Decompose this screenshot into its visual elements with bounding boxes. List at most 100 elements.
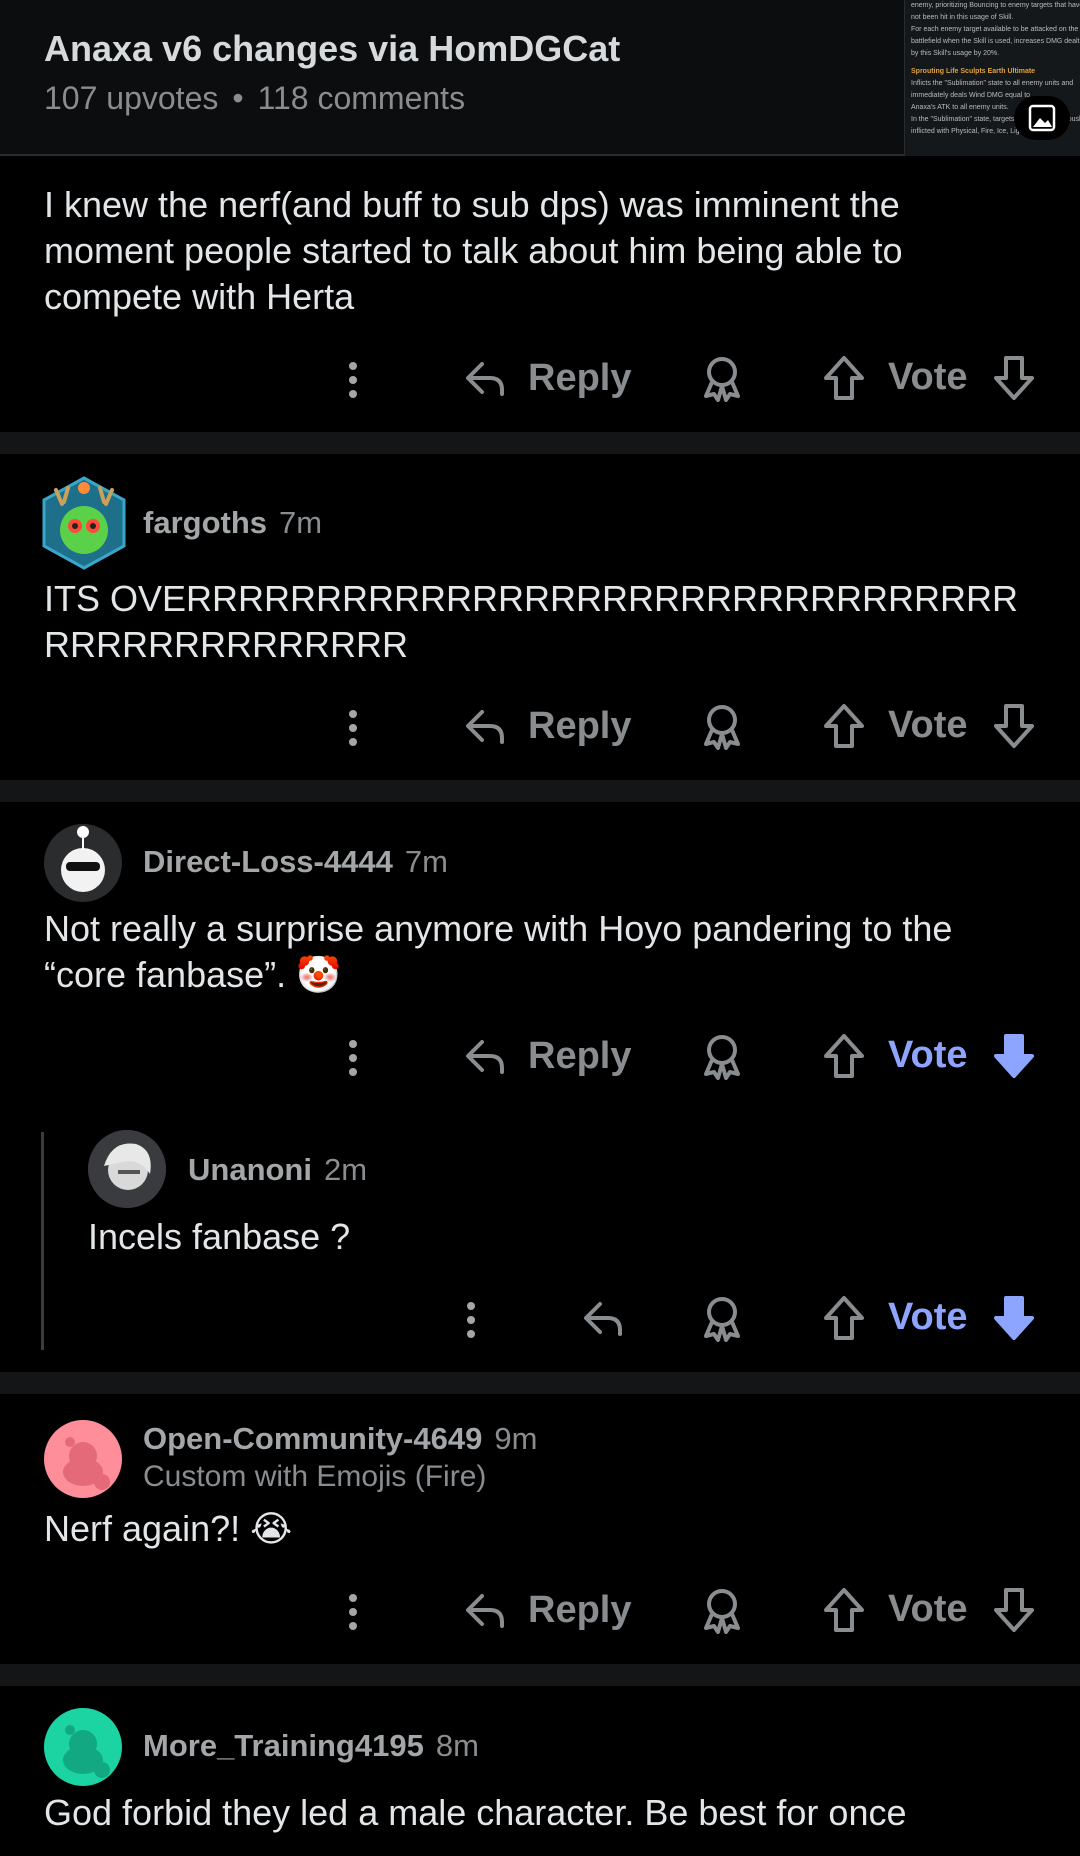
comment-author[interactable]: fargoths	[143, 505, 267, 541]
thumbnail-text: enemy, prioritizing Bouncing to enemy ta…	[911, 2, 1080, 9]
upvote-icon	[824, 1588, 864, 1632]
comment-time: 8m	[435, 1728, 479, 1763]
downvote-icon	[994, 1296, 1034, 1340]
comment-time: 7m	[279, 505, 323, 540]
comment-separator	[0, 1664, 1080, 1686]
vote-label: Vote	[888, 704, 968, 746]
more-options-button[interactable]	[338, 1592, 368, 1632]
reply-label: Reply	[528, 1588, 632, 1631]
post-thumbnail[interactable]: enemy, prioritizing Bouncing to enemy ta…	[904, 0, 1080, 156]
award-button[interactable]	[700, 1032, 744, 1080]
award-icon	[704, 357, 740, 402]
avatar[interactable]	[42, 476, 126, 570]
comment-author[interactable]: Unanoni	[188, 1152, 312, 1188]
avatar[interactable]	[44, 824, 122, 902]
reply-button[interactable]: Reply	[462, 704, 631, 748]
upvote-button[interactable]	[822, 1294, 866, 1342]
downvote-button[interactable]	[992, 1032, 1036, 1080]
more-options-button[interactable]	[338, 1038, 368, 1078]
downvote-icon	[994, 356, 1034, 400]
upvote-icon	[824, 1034, 864, 1078]
comment-author[interactable]: Direct-Loss-4444	[143, 844, 393, 880]
comment-time: 7m	[404, 844, 448, 879]
avatar[interactable]	[44, 1420, 122, 1498]
award-button[interactable]	[700, 1586, 744, 1634]
comment-author-row: More_Training4195 8m	[143, 1726, 479, 1766]
vote-label: Vote	[888, 356, 968, 398]
upvote-button[interactable]	[822, 1586, 866, 1634]
gallery-icon	[1014, 96, 1070, 140]
comment-body: Not really a surprise anymore with Hoyo …	[44, 908, 953, 995]
meta-separator: •	[232, 80, 244, 116]
snoo-icon	[63, 1437, 110, 1490]
downvote-button[interactable]	[992, 354, 1036, 402]
upvote-icon	[824, 1296, 864, 1340]
reply-label: Reply	[528, 356, 632, 399]
downvote-icon	[994, 1034, 1034, 1078]
post-header[interactable]: Anaxa v6 changes via HomDGCat 107 upvote…	[0, 0, 1080, 156]
upvote-icon	[824, 356, 864, 400]
comment-body: God forbid they led a male character. Be…	[44, 1792, 907, 1833]
award-button[interactable]	[700, 354, 744, 402]
downvote-button[interactable]	[992, 1586, 1036, 1634]
award-icon	[704, 1035, 740, 1080]
thumbnail-text: For each enemy target available to be at…	[911, 26, 1079, 33]
thumbnail-text: battlefield when the Skill is used, incr…	[911, 38, 1080, 45]
more-options-button[interactable]	[338, 360, 368, 400]
comment-separator	[0, 780, 1080, 802]
comment-actions: Reply Vote	[0, 1026, 1080, 1086]
avatar[interactable]	[44, 1708, 122, 1786]
upvote-button[interactable]	[822, 702, 866, 750]
comment-body: ITS OVERRRRRRRRRRRRRRRRRRRRRRRRRRRRRRRRR…	[44, 578, 1018, 665]
award-button[interactable]	[700, 1294, 744, 1342]
post-meta: 107 upvotes • 118 comments	[44, 80, 465, 117]
reply-icon	[466, 710, 504, 744]
reply-button[interactable]	[580, 1296, 626, 1340]
more-options-button[interactable]	[456, 1300, 486, 1340]
comment-actions: Reply Vote	[0, 696, 1080, 756]
award-icon	[704, 1297, 740, 1342]
comment-author-row: Direct-Loss-4444 7m	[143, 842, 448, 882]
upvote-button[interactable]	[822, 354, 866, 402]
reply-label: Reply	[528, 704, 632, 747]
reply-icon	[584, 1302, 622, 1336]
award-icon	[704, 705, 740, 750]
more-options-button[interactable]	[338, 708, 368, 748]
avatar[interactable]	[88, 1130, 166, 1208]
upvote-icon	[824, 704, 864, 748]
comment-separator	[0, 1372, 1080, 1394]
comment-actions: Reply Vote	[0, 348, 1080, 408]
comment-time: 2m	[324, 1152, 368, 1187]
upvote-button[interactable]	[822, 1032, 866, 1080]
comment-author-row: fargoths 7m	[143, 503, 322, 543]
reply-button[interactable]: Reply	[462, 1588, 631, 1632]
comment-count: 118 comments	[257, 80, 466, 116]
downvote-icon	[994, 1588, 1034, 1632]
thumbnail-text: Inflicts the "Sublimation" state to all …	[911, 80, 1074, 87]
comment-separator	[0, 432, 1080, 454]
comment-actions: Reply Vote	[0, 1580, 1080, 1640]
post-title: Anaxa v6 changes via HomDGCat	[44, 28, 621, 69]
comment-body: Nerf again?! 😭	[44, 1508, 293, 1549]
thumbnail-text: by this Skill's usage by 20%.	[911, 50, 1000, 57]
reply-icon	[466, 362, 504, 396]
comment-body: I knew the nerf(and buff to sub dps) was…	[44, 184, 903, 317]
reply-button[interactable]: Reply	[462, 1034, 631, 1078]
comment-author-row: Unanoni 2m	[188, 1150, 367, 1190]
reply-icon	[466, 1594, 504, 1628]
comment-author[interactable]: Open-Community-4649	[143, 1421, 482, 1457]
downvote-button[interactable]	[992, 702, 1036, 750]
thumbnail-text: not been hit in this usage of Skill.	[911, 14, 1014, 21]
downvote-button[interactable]	[992, 1294, 1036, 1342]
comment-time: 9m	[494, 1421, 538, 1456]
reply-icon	[466, 1040, 504, 1074]
award-button[interactable]	[700, 702, 744, 750]
comment-body: Incels fanbase ?	[88, 1216, 351, 1257]
reply-button[interactable]: Reply	[462, 356, 631, 400]
user-flair: Custom with Emojis (Fire)	[143, 1460, 487, 1493]
vote-label: Vote	[888, 1296, 968, 1338]
thumbnail-heading: Sprouting Life Sculpts Earth Ultimate	[911, 68, 1036, 75]
vote-label: Vote	[888, 1588, 968, 1630]
comment-author-row: Open-Community-4649 9m	[143, 1419, 537, 1459]
comment-author[interactable]: More_Training4195	[143, 1728, 424, 1764]
